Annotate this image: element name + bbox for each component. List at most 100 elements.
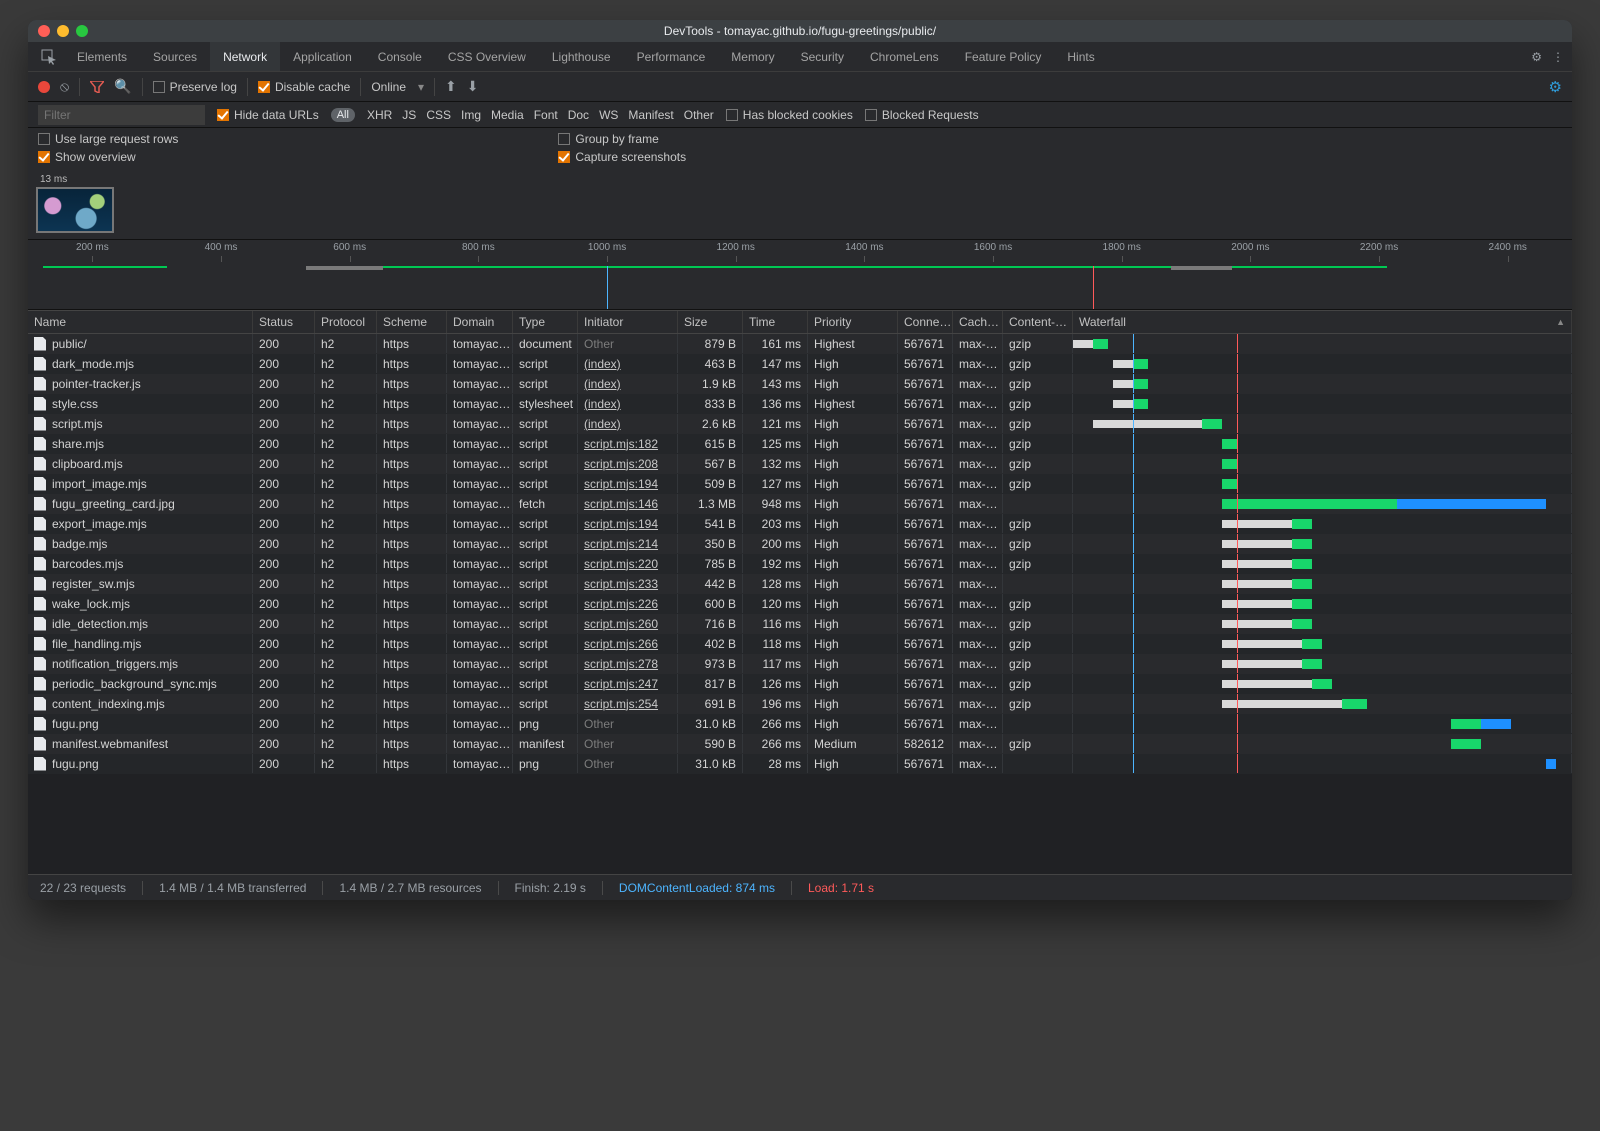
more-menu-icon[interactable]: ⋮	[1552, 50, 1564, 64]
type-filter-other[interactable]: Other	[684, 108, 714, 122]
table-row[interactable]: badge.mjs200h2httpstomayac…scriptscript.…	[28, 534, 1572, 554]
cell-connection: 567671	[898, 694, 953, 713]
cell-time: 132 ms	[743, 454, 808, 473]
tab-network[interactable]: Network	[210, 42, 280, 71]
search-icon[interactable]: 🔍	[114, 78, 131, 95]
preserve-log-checkbox[interactable]: Preserve log	[153, 80, 237, 94]
tab-hints[interactable]: Hints	[1054, 42, 1107, 71]
overview-timeline[interactable]: 200 ms400 ms600 ms800 ms1000 ms1200 ms14…	[28, 240, 1572, 310]
cell-protocol: h2	[315, 754, 377, 773]
cell-size: 973 B	[678, 654, 743, 673]
tab-application[interactable]: Application	[280, 42, 365, 71]
cell-scheme: https	[377, 414, 447, 433]
table-row[interactable]: wake_lock.mjs200h2httpstomayac…scriptscr…	[28, 594, 1572, 614]
filter-toggle-icon[interactable]	[90, 81, 104, 93]
cell-size: 590 B	[678, 734, 743, 753]
table-body[interactable]: public/200h2httpstomayac…documentOther87…	[28, 334, 1572, 874]
tab-memory[interactable]: Memory	[718, 42, 787, 71]
table-row[interactable]: barcodes.mjs200h2httpstomayac…scriptscri…	[28, 554, 1572, 574]
column-header[interactable]: Scheme	[377, 311, 447, 333]
large-rows-checkbox[interactable]: Use large request rows	[38, 132, 178, 146]
column-header[interactable]: Content-…	[1003, 311, 1073, 333]
cell-initiator: (index)	[578, 394, 678, 413]
column-header[interactable]: Conne…	[898, 311, 953, 333]
inspect-element-icon[interactable]	[34, 42, 64, 71]
table-row[interactable]: dark_mode.mjs200h2httpstomayac…script(in…	[28, 354, 1572, 374]
tab-feature-policy[interactable]: Feature Policy	[952, 42, 1055, 71]
filmstrip[interactable]: 13 ms	[28, 168, 1572, 240]
tab-security[interactable]: Security	[788, 42, 857, 71]
column-header[interactable]: Priority	[808, 311, 898, 333]
column-header[interactable]: Size	[678, 311, 743, 333]
has-blocked-cookies-checkbox[interactable]: Has blocked cookies	[726, 108, 853, 122]
cell-status: 200	[253, 654, 315, 673]
column-header[interactable]: Time	[743, 311, 808, 333]
cell-content-encoding	[1003, 494, 1073, 513]
table-row[interactable]: import_image.mjs200h2httpstomayac…script…	[28, 474, 1572, 494]
cell-scheme: https	[377, 554, 447, 573]
table-row[interactable]: periodic_background_sync.mjs200h2httpsto…	[28, 674, 1572, 694]
clear-button[interactable]: ⦸	[60, 78, 69, 95]
table-row[interactable]: style.css200h2httpstomayac…stylesheet(in…	[28, 394, 1572, 414]
table-row[interactable]: register_sw.mjs200h2httpstomayac…scripts…	[28, 574, 1572, 594]
filter-input[interactable]	[38, 105, 205, 125]
column-header[interactable]: Name	[28, 311, 253, 333]
capture-screenshots-checkbox[interactable]: Capture screenshots	[558, 150, 686, 164]
column-header[interactable]: Initiator	[578, 311, 678, 333]
filmstrip-thumbnail[interactable]	[36, 187, 114, 233]
table-row[interactable]: pointer-tracker.js200h2httpstomayac…scri…	[28, 374, 1572, 394]
cell-time: 203 ms	[743, 514, 808, 533]
table-row[interactable]: manifest.webmanifest200h2httpstomayac…ma…	[28, 734, 1572, 754]
tab-elements[interactable]: Elements	[64, 42, 140, 71]
show-overview-checkbox[interactable]: Show overview	[38, 150, 178, 164]
type-filter-all[interactable]: All	[331, 108, 355, 122]
type-filter-js[interactable]: JS	[402, 108, 416, 122]
table-row[interactable]: export_image.mjs200h2httpstomayac…script…	[28, 514, 1572, 534]
table-row[interactable]: share.mjs200h2httpstomayac…scriptscript.…	[28, 434, 1572, 454]
type-filter-ws[interactable]: WS	[599, 108, 618, 122]
column-header[interactable]: Domain	[447, 311, 513, 333]
table-header[interactable]: NameStatusProtocolSchemeDomainTypeInitia…	[28, 310, 1572, 334]
tab-console[interactable]: Console	[365, 42, 435, 71]
tab-performance[interactable]: Performance	[624, 42, 719, 71]
type-filter-media[interactable]: Media	[491, 108, 524, 122]
table-row[interactable]: clipboard.mjs200h2httpstomayac…scriptscr…	[28, 454, 1572, 474]
column-header[interactable]: Waterfall▲	[1073, 311, 1572, 333]
column-header[interactable]: Cach…	[953, 311, 1003, 333]
network-settings-icon[interactable]: ⚙	[1549, 78, 1562, 96]
table-row[interactable]: content_indexing.mjs200h2httpstomayac…sc…	[28, 694, 1572, 714]
table-row[interactable]: public/200h2httpstomayac…documentOther87…	[28, 334, 1572, 354]
disable-cache-checkbox[interactable]: Disable cache	[258, 80, 350, 94]
tab-lighthouse[interactable]: Lighthouse	[539, 42, 624, 71]
table-row[interactable]: notification_triggers.mjs200h2httpstomay…	[28, 654, 1572, 674]
type-filter-manifest[interactable]: Manifest	[628, 108, 673, 122]
cell-connection: 567671	[898, 554, 953, 573]
table-row[interactable]: fugu.png200h2httpstomayac…pngOther31.0 k…	[28, 754, 1572, 774]
type-filter-font[interactable]: Font	[534, 108, 558, 122]
table-row[interactable]: script.mjs200h2httpstomayac…script(index…	[28, 414, 1572, 434]
download-har-icon[interactable]: ⬇	[467, 78, 479, 95]
column-header[interactable]: Type	[513, 311, 578, 333]
column-header[interactable]: Protocol	[315, 311, 377, 333]
tab-css-overview[interactable]: CSS Overview	[435, 42, 539, 71]
type-filter-img[interactable]: Img	[461, 108, 481, 122]
cell-type: script	[513, 374, 578, 393]
tab-sources[interactable]: Sources	[140, 42, 210, 71]
upload-har-icon[interactable]: ⬆	[445, 78, 457, 95]
cell-content-encoding: gzip	[1003, 554, 1073, 573]
type-filter-xhr[interactable]: XHR	[367, 108, 392, 122]
table-row[interactable]: file_handling.mjs200h2httpstomayac…scrip…	[28, 634, 1572, 654]
type-filter-doc[interactable]: Doc	[568, 108, 589, 122]
type-filter-css[interactable]: CSS	[426, 108, 451, 122]
table-row[interactable]: fugu_greeting_card.jpg200h2httpstomayac……	[28, 494, 1572, 514]
column-header[interactable]: Status	[253, 311, 315, 333]
settings-gear-icon[interactable]: ⚙	[1531, 50, 1542, 64]
hide-data-urls-checkbox[interactable]: Hide data URLs	[217, 108, 319, 122]
record-button[interactable]	[38, 81, 50, 93]
table-row[interactable]: idle_detection.mjs200h2httpstomayac…scri…	[28, 614, 1572, 634]
group-by-frame-checkbox[interactable]: Group by frame	[558, 132, 686, 146]
throttling-select[interactable]: Online▾	[371, 80, 424, 94]
blocked-requests-checkbox[interactable]: Blocked Requests	[865, 108, 979, 122]
table-row[interactable]: fugu.png200h2httpstomayac…pngOther31.0 k…	[28, 714, 1572, 734]
tab-chromelens[interactable]: ChromeLens	[857, 42, 952, 71]
